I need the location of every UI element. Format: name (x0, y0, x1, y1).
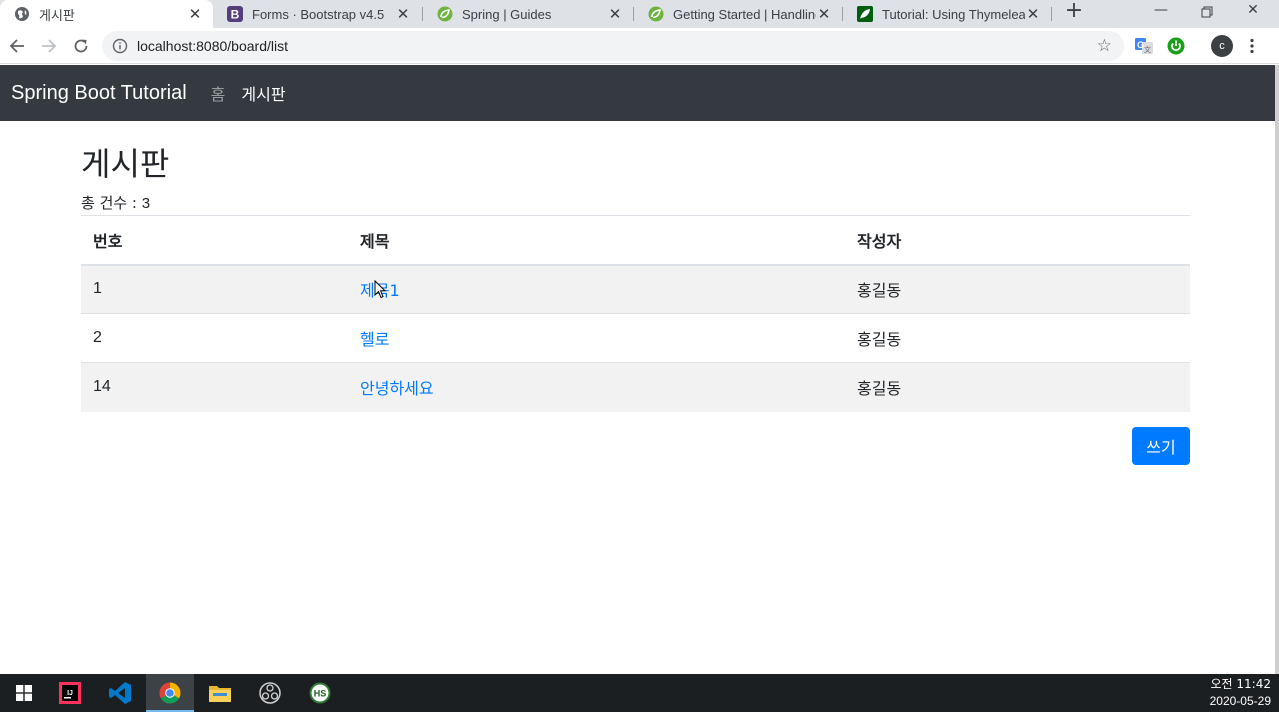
tab-bootstrap-forms[interactable]: B Forms · Bootstrap v4.5 ✕ (213, 0, 421, 28)
kebab-menu-icon (1250, 38, 1254, 54)
nav-link-home[interactable]: 홈 (211, 81, 226, 105)
taskbar-intellij[interactable]: IJ (46, 674, 94, 712)
browser-menu-button[interactable] (1238, 32, 1266, 60)
page-title: 게시판 (81, 145, 170, 183)
svg-text:G: G (1137, 40, 1144, 50)
info-icon[interactable] (112, 38, 128, 58)
post-author: 홍길동 (857, 281, 902, 301)
power-extension-icon (1167, 37, 1185, 55)
tab-close-icon[interactable]: ✕ (607, 6, 623, 22)
navbar-brand[interactable]: Spring Boot Tutorial (11, 82, 187, 105)
tab-title: Tutorial: Using Thymeleaf (882, 6, 1025, 22)
forward-button[interactable] (35, 32, 63, 60)
bootstrap-icon: B (227, 6, 243, 22)
windows-start-button[interactable] (0, 674, 48, 712)
mouse-cursor-icon (374, 280, 386, 299)
chrome-icon (159, 682, 181, 704)
tab-title: Forms · Bootstrap v4.5 (252, 6, 385, 22)
tab-title: Getting Started | Handling (673, 6, 816, 22)
column-header-title: 제목 (348, 215, 845, 266)
svg-text:文: 文 (1144, 45, 1151, 54)
tab-separator (1051, 7, 1052, 21)
window-edge (1275, 65, 1279, 675)
spring-icon (437, 6, 453, 22)
svg-text:HS: HS (314, 689, 327, 699)
tab-close-icon[interactable]: ✕ (816, 6, 832, 22)
system-clock[interactable]: 오전 11:42 2020-05-29 (1210, 676, 1271, 710)
board-table: 번호 제목 작성자 1 제목1 홍길동 2 헬로 홍길동 14 안녕하세요 홍길… (81, 215, 1190, 412)
hs-icon: HS (309, 682, 331, 704)
svg-text:B: B (231, 8, 240, 22)
taskbar-vscode[interactable] (96, 674, 144, 712)
taskbar-file-explorer[interactable] (196, 674, 244, 712)
close-window-button[interactable]: ✕ (1230, 0, 1276, 24)
tab-getting-started[interactable]: Getting Started | Handling ✕ (634, 0, 842, 28)
tab-close-icon[interactable]: ✕ (1025, 6, 1041, 22)
post-title-link[interactable]: 안녕하세요 (360, 379, 434, 398)
tab-board[interactable]: 게시판 ✕ (0, 0, 213, 28)
svg-text:IJ: IJ (67, 690, 73, 697)
windows-start-icon (16, 685, 32, 701)
post-number: 14 (93, 378, 111, 396)
tab-spring-guides[interactable]: Spring | Guides ✕ (423, 0, 633, 28)
column-header-author: 작성자 (845, 215, 1190, 266)
back-button[interactable] (3, 32, 31, 60)
post-number: 2 (93, 329, 102, 346)
green-extension-button[interactable] (1162, 32, 1190, 60)
post-title-link[interactable]: 헬로 (360, 330, 389, 349)
spring-icon (648, 6, 664, 22)
intellij-icon: IJ (59, 682, 81, 704)
vscode-icon (109, 682, 131, 704)
reload-button[interactable] (67, 32, 95, 60)
url-text: localhost:8080/board/list (137, 38, 288, 54)
restore-button[interactable] (1184, 0, 1230, 24)
clock-time: 오전 11:42 (1210, 677, 1271, 691)
file-explorer-icon (209, 686, 231, 702)
tab-thymeleaf[interactable]: Tutorial: Using Thymeleaf ✕ (843, 0, 1051, 28)
profile-avatar[interactable]: c (1211, 35, 1233, 57)
table-header-row: 번호 제목 작성자 (81, 215, 1190, 266)
taskbar-chrome[interactable] (146, 674, 194, 712)
total-count-label: 총 건수 : (81, 194, 142, 212)
table-row: 1 제목1 홍길동 (81, 264, 1190, 314)
table-row: 2 헬로 홍길동 (81, 313, 1190, 363)
tab-title: Spring | Guides (462, 6, 552, 22)
bookmark-star-icon[interactable]: ☆ (1097, 36, 1112, 56)
translate-extension-button[interactable]: G文 (1130, 32, 1158, 60)
thymeleaf-icon (857, 6, 873, 22)
write-button[interactable]: 쓰기 (1132, 427, 1190, 465)
obs-icon (259, 682, 281, 704)
clock-date: 2020-05-29 (1209, 694, 1271, 708)
arrow-right-icon (42, 39, 57, 53)
post-number: 1 (93, 280, 102, 298)
site-navbar: Spring Boot Tutorial 홈 게시판 (0, 65, 1275, 121)
post-author: 홍길동 (857, 379, 902, 399)
column-header-number: 번호 (81, 215, 348, 266)
browser-toolbar: localhost:8080/board/list ☆ G文 (0, 28, 1279, 64)
tab-close-icon[interactable]: ✕ (187, 6, 203, 22)
browser-tab-strip: 게시판 ✕ B Forms · Bootstrap v4.5 ✕ Spring … (0, 0, 1279, 28)
tab-title: 게시판 (39, 7, 75, 23)
google-translate-icon: G文 (1135, 38, 1153, 54)
windows-taskbar: IJ HS 오전 11:42 2020-05-29 (0, 674, 1279, 712)
nav-link-board[interactable]: 게시판 (241, 81, 285, 105)
address-bar[interactable]: localhost:8080/board/list ☆ (102, 31, 1124, 61)
arrow-left-icon (9, 39, 24, 53)
total-count-value: 3 (141, 195, 151, 212)
new-tab-button[interactable]: + (1062, 0, 1086, 24)
minimize-button[interactable]: — (1138, 0, 1184, 24)
total-count: 총 건수 : 3 (81, 193, 150, 214)
taskbar-obs[interactable] (246, 674, 294, 712)
reload-icon (74, 39, 88, 53)
taskbar-hs[interactable]: HS (296, 674, 344, 712)
table-row: 14 안녕하세요 홍길동 (81, 362, 1190, 412)
post-author: 홍길동 (857, 330, 902, 349)
tab-close-icon[interactable]: ✕ (395, 6, 411, 22)
globe-icon (14, 6, 30, 22)
